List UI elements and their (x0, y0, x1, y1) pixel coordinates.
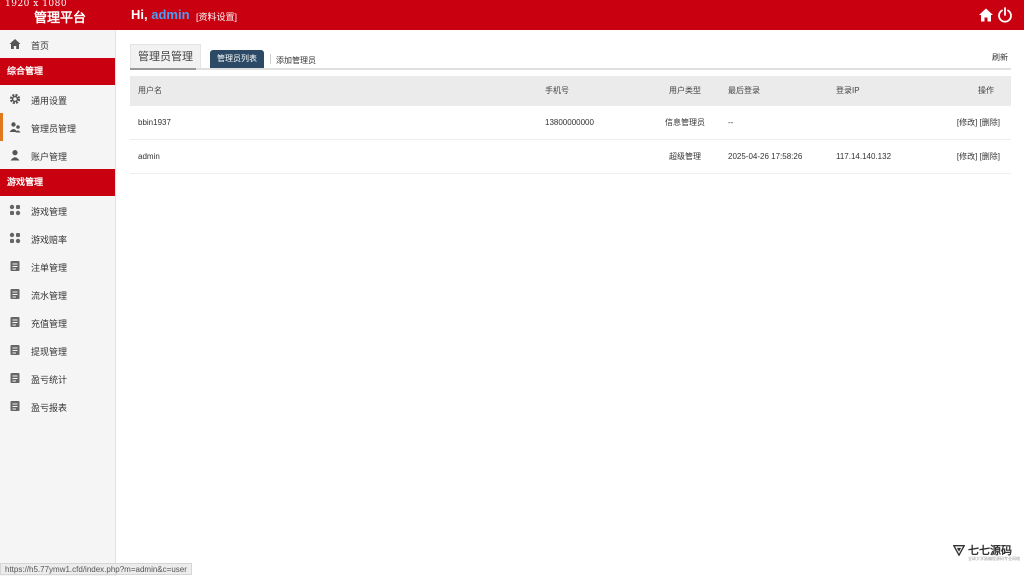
header-user-type: 用户类型 (669, 86, 701, 95)
sidebar-item-label: 盈亏报表 (31, 403, 68, 413)
sidebar-item-label: 游戏赔率 (31, 235, 68, 245)
sidebar-item-withdraw-management[interactable]: 提现管理 (0, 336, 115, 364)
list-icon (9, 260, 21, 272)
page-title: 管理员管理 (130, 44, 201, 69)
cell-phone: 13800000000 (545, 118, 594, 127)
sidebar-item-label: 盈亏统计 (31, 375, 68, 385)
watermark-subtext: 全球大学副编程源码专业网络 (968, 556, 1020, 561)
delete-link[interactable]: [删除] (980, 152, 1000, 161)
gear-icon (9, 93, 21, 105)
cell-last-login: -- (728, 118, 734, 127)
user-icon (9, 149, 21, 161)
header-actions: 操作 (978, 86, 994, 95)
sidebar-item-label: 游戏管理 (31, 207, 68, 217)
watermark-icon (953, 545, 965, 556)
list-icon (9, 372, 21, 384)
greeting-prefix: Hi, (131, 7, 152, 22)
cell-username: admin (138, 152, 160, 161)
browser-status-url: https://h5.77ymw1.cfd/index.php?m=admin&… (0, 563, 192, 575)
sidebar-item-label: 首页 (31, 41, 50, 51)
title-underline (130, 68, 1011, 70)
apps-icon (9, 232, 21, 244)
edit-link[interactable]: [修改] (957, 118, 977, 127)
list-icon (9, 344, 21, 356)
top-header: 1920 x 1080 管理平台 Hi, admin [资料设置] (0, 0, 1024, 30)
table-row: admin 超级管理 2025-04-26 17:58:26 117.14.14… (130, 140, 1011, 174)
admin-table: 用户名 手机号 用户类型 最后登录 登录IP 操作 bbin1937 13800… (130, 76, 1011, 174)
cell-user-type: 超级管理 (669, 152, 701, 161)
sidebar-item-label: 账户管理 (31, 152, 68, 162)
watermark-logo: 七七源码 全球大学副编程源码专业网络 (953, 542, 1020, 564)
sidebar-item-profit-report[interactable]: 盈亏报表 (0, 392, 115, 420)
sidebar-item-label: 注单管理 (31, 263, 68, 273)
sidebar-item-game-management[interactable]: 游戏管理 (0, 196, 115, 224)
list-icon (9, 288, 21, 300)
delete-link[interactable]: [删除] (980, 118, 1000, 127)
cell-user-type: 信息管理员 (665, 118, 705, 127)
header-phone: 手机号 (545, 86, 569, 95)
sidebar-item-recharge-management[interactable]: 充值管理 (0, 308, 115, 336)
tab-admin-list[interactable]: 管理员列表 (210, 50, 264, 68)
sidebar-item-label: 提现管理 (31, 347, 68, 357)
profile-settings-link[interactable]: [资料设置] (196, 10, 237, 23)
sidebar-item-label: 流水管理 (31, 291, 68, 301)
header-login-ip: 登录IP (836, 86, 860, 95)
active-indicator (0, 113, 3, 141)
sidebar-item-label: 充值管理 (31, 319, 68, 329)
header-last-login: 最后登录 (728, 86, 760, 95)
tab-add-admin[interactable]: 添加管理员 (276, 55, 316, 66)
tab-divider (270, 54, 271, 64)
sidebar: 首页 综合管理 通用设置 管理员管理 账户管理 游戏管理 游戏管理 游戏赔率 注… (0, 30, 116, 576)
apps-icon (9, 204, 21, 216)
list-icon (9, 316, 21, 328)
table-header: 用户名 手机号 用户类型 最后登录 登录IP 操作 (130, 76, 1011, 106)
home-icon (9, 38, 21, 50)
username: admin (151, 7, 190, 22)
title-underline-accent (130, 68, 196, 70)
sidebar-section-games: 游戏管理 (0, 169, 115, 196)
cell-actions: [修改] [删除] (957, 106, 1000, 140)
cell-last-login: 2025-04-26 17:58:26 (728, 152, 803, 161)
brand-title: 管理平台 (34, 10, 87, 25)
list-icon (9, 400, 21, 412)
sidebar-item-label: 通用设置 (31, 96, 68, 106)
sidebar-item-bet-management[interactable]: 注单管理 (0, 252, 115, 280)
edit-link[interactable]: [修改] (957, 152, 977, 161)
sidebar-item-home[interactable]: 首页 (0, 30, 115, 58)
sidebar-item-profit-stats[interactable]: 盈亏统计 (0, 364, 115, 392)
cell-username: bbin1937 (138, 118, 171, 127)
table-row: bbin1937 13800000000 信息管理员 -- [修改] [删除] (130, 106, 1011, 140)
greeting: Hi, admin (131, 7, 190, 22)
header-username: 用户名 (138, 86, 162, 95)
cell-login-ip: 117.14.140.132 (836, 152, 892, 161)
sidebar-item-label: 管理员管理 (31, 124, 77, 134)
sidebar-item-flow-management[interactable]: 流水管理 (0, 280, 115, 308)
users-icon (9, 121, 21, 133)
power-icon[interactable] (997, 7, 1013, 23)
sidebar-section-general: 综合管理 (0, 58, 115, 85)
sidebar-item-general-settings[interactable]: 通用设置 (0, 85, 115, 113)
home-icon[interactable] (978, 7, 994, 23)
cell-actions: [修改] [删除] (957, 140, 1000, 174)
sidebar-item-account-management[interactable]: 账户管理 (0, 141, 115, 169)
refresh-button[interactable]: 刷新 (992, 52, 1008, 63)
sidebar-item-game-odds[interactable]: 游戏赔率 (0, 224, 115, 252)
sidebar-item-admin-management[interactable]: 管理员管理 (0, 113, 115, 141)
